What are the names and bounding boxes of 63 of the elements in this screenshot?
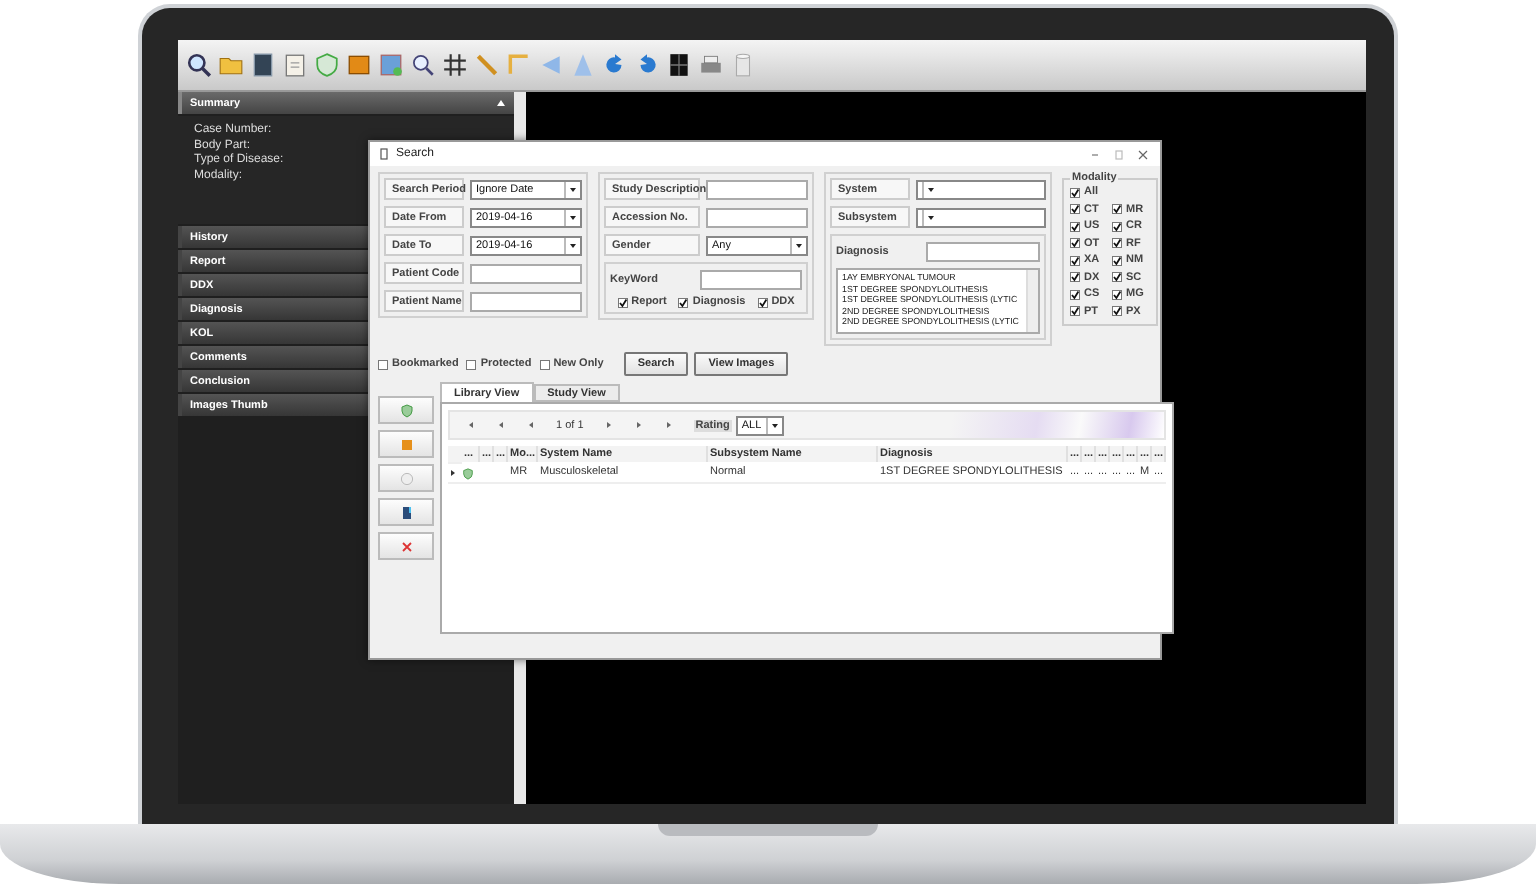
checkbox[interactable] — [1112, 221, 1122, 231]
dropdown-field[interactable] — [916, 207, 1046, 227]
checkbox[interactable] — [1112, 255, 1122, 265]
input-field[interactable] — [706, 179, 808, 199]
next-icon[interactable] — [603, 420, 614, 430]
book-icon — [399, 505, 413, 519]
checkbox[interactable] — [466, 359, 477, 369]
dropdown-caret-icon[interactable] — [765, 417, 782, 433]
scrollbar[interactable] — [1026, 270, 1038, 332]
checkbox[interactable] — [1070, 306, 1080, 316]
dropdown-caret-icon[interactable] — [922, 209, 938, 225]
dropdown-caret-icon[interactable] — [922, 181, 938, 197]
input-field[interactable] — [470, 291, 582, 311]
image-icon[interactable] — [378, 52, 404, 78]
checkbox[interactable] — [1070, 204, 1080, 214]
zoom-icon[interactable] — [410, 52, 436, 78]
dropdown-field[interactable] — [916, 179, 1046, 199]
input-field[interactable] — [470, 263, 582, 283]
layout-icon[interactable] — [666, 52, 692, 78]
checkbox[interactable] — [757, 297, 768, 307]
film-icon[interactable] — [250, 52, 276, 78]
clipboard-icon[interactable] — [282, 52, 308, 78]
checkbox[interactable] — [1070, 221, 1080, 231]
checkbox[interactable] — [1112, 306, 1122, 316]
checkbox[interactable] — [1070, 272, 1080, 282]
next-page-icon[interactable] — [633, 420, 644, 430]
window-icon — [378, 148, 390, 160]
first-icon[interactable] — [466, 420, 476, 430]
dropdown-caret-icon[interactable] — [564, 181, 580, 197]
dropdown-caret-icon[interactable] — [564, 237, 580, 253]
delete-button[interactable] — [378, 532, 434, 560]
checkbox[interactable] — [617, 297, 628, 307]
grid-icon[interactable] — [442, 52, 468, 78]
input-field[interactable] — [706, 207, 808, 227]
checkbox[interactable] — [378, 359, 388, 369]
shield-icon — [399, 403, 413, 417]
box-icon[interactable] — [346, 52, 372, 78]
checkbox[interactable] — [1112, 238, 1122, 248]
prev-icon[interactable] — [526, 420, 536, 430]
checkbox[interactable] — [1070, 255, 1080, 265]
checkbox[interactable] — [1112, 289, 1122, 299]
checkbox[interactable] — [1070, 289, 1080, 299]
collapse-arrow-icon[interactable] — [496, 98, 506, 108]
book-button[interactable] — [378, 498, 434, 526]
dropdown-caret-icon[interactable] — [564, 209, 580, 225]
shield-icon — [462, 467, 474, 479]
dropdown-caret-icon[interactable] — [790, 237, 806, 253]
input-field[interactable] — [926, 241, 1040, 261]
checkbox[interactable] — [678, 297, 689, 307]
input-field[interactable] — [700, 269, 802, 289]
checkbox[interactable] — [1112, 272, 1122, 282]
last-icon[interactable] — [663, 420, 674, 430]
checkbox[interactable] — [539, 359, 550, 369]
disc-icon — [399, 471, 413, 485]
prev-page-icon[interactable] — [496, 420, 506, 430]
close-icon — [399, 539, 413, 553]
row-pointer-icon — [448, 468, 458, 478]
checkbox[interactable] — [1070, 238, 1080, 248]
close-icon[interactable] — [1134, 145, 1152, 163]
checkbox[interactable] — [1112, 204, 1122, 214]
search-icon[interactable] — [186, 52, 212, 78]
box-icon — [399, 437, 413, 451]
checkbox[interactable] — [1070, 187, 1080, 197]
